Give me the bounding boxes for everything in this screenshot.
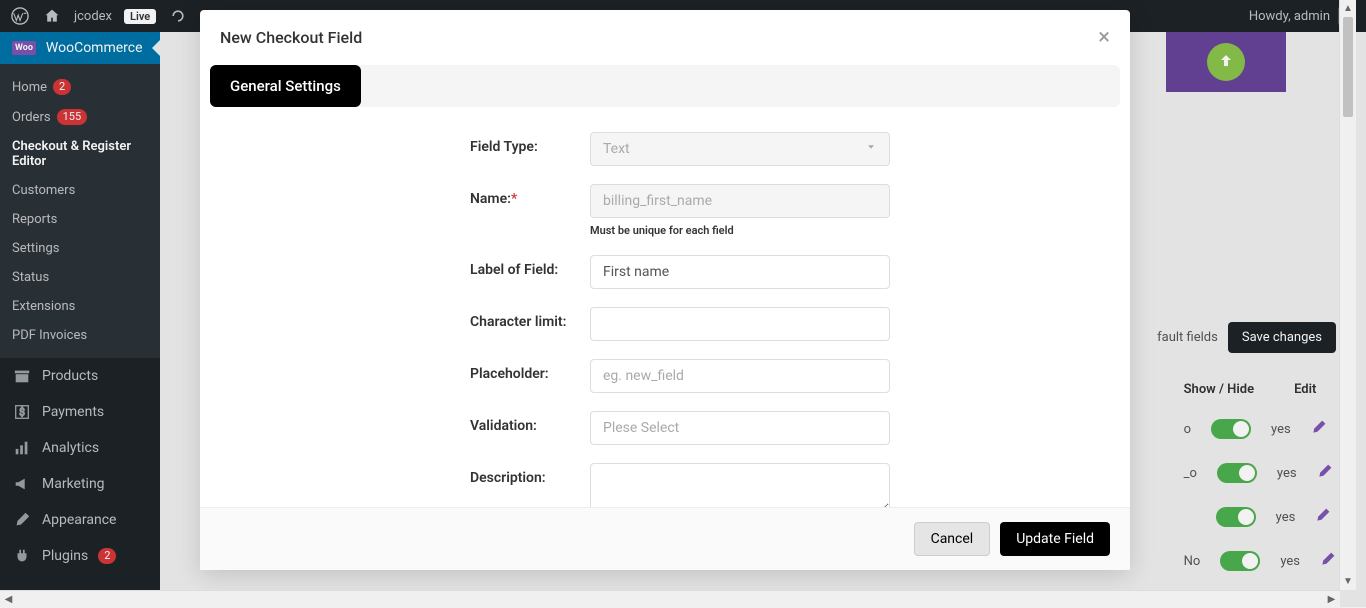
scroll-right-icon[interactable]: ▶ <box>1323 591 1340 608</box>
select-value: Text <box>603 141 630 157</box>
scroll-thumb[interactable] <box>1343 17 1353 117</box>
update-field-button[interactable]: Update Field <box>1000 522 1110 556</box>
tab-general-settings[interactable]: General Settings <box>210 65 361 107</box>
scroll-up-icon[interactable]: ▲ <box>1340 0 1356 17</box>
modal-header: New Checkout Field × <box>200 10 1130 65</box>
field-type-select[interactable]: Text <box>590 132 890 166</box>
modal-title: New Checkout Field <box>220 28 362 47</box>
label-char-limit: Character limit: <box>220 307 590 330</box>
name-hint: Must be unique for each field <box>590 224 890 237</box>
cancel-button[interactable]: Cancel <box>914 522 991 556</box>
label-description: Description: <box>220 463 590 486</box>
label-name: Name:* <box>220 184 590 207</box>
char-limit-input[interactable] <box>590 307 890 341</box>
horizontal-scrollbar[interactable]: ◀ ▶ <box>0 590 1340 607</box>
placeholder-input[interactable] <box>590 359 890 393</box>
modal-footer: Cancel Update Field <box>200 507 1130 570</box>
label-placeholder: Placeholder: <box>220 359 590 382</box>
label-input[interactable] <box>590 255 890 289</box>
modal-new-checkout-field: New Checkout Field × General Settings Fi… <box>200 10 1130 570</box>
label-label: Label of Field: <box>220 255 590 278</box>
label-text: Name: <box>470 191 511 207</box>
description-textarea[interactable] <box>590 463 890 507</box>
scroll-left-icon[interactable]: ◀ <box>0 591 17 608</box>
modal-body: Field Type: Text Name:* Must be unique f… <box>200 107 1130 507</box>
scroll-down-icon[interactable]: ▼ <box>1340 573 1356 590</box>
select-placeholder: Plese Select <box>603 420 679 436</box>
vertical-scrollbar[interactable]: ▲ ▼ <box>1339 0 1356 590</box>
label-field-type: Field Type: <box>220 132 590 155</box>
label-validation: Validation: <box>220 411 590 434</box>
name-input[interactable] <box>590 184 890 218</box>
close-icon[interactable]: × <box>1098 25 1110 50</box>
validation-select[interactable]: Plese Select <box>590 411 890 445</box>
chevron-down-icon <box>865 141 877 157</box>
modal-tabs: General Settings <box>210 65 1120 107</box>
